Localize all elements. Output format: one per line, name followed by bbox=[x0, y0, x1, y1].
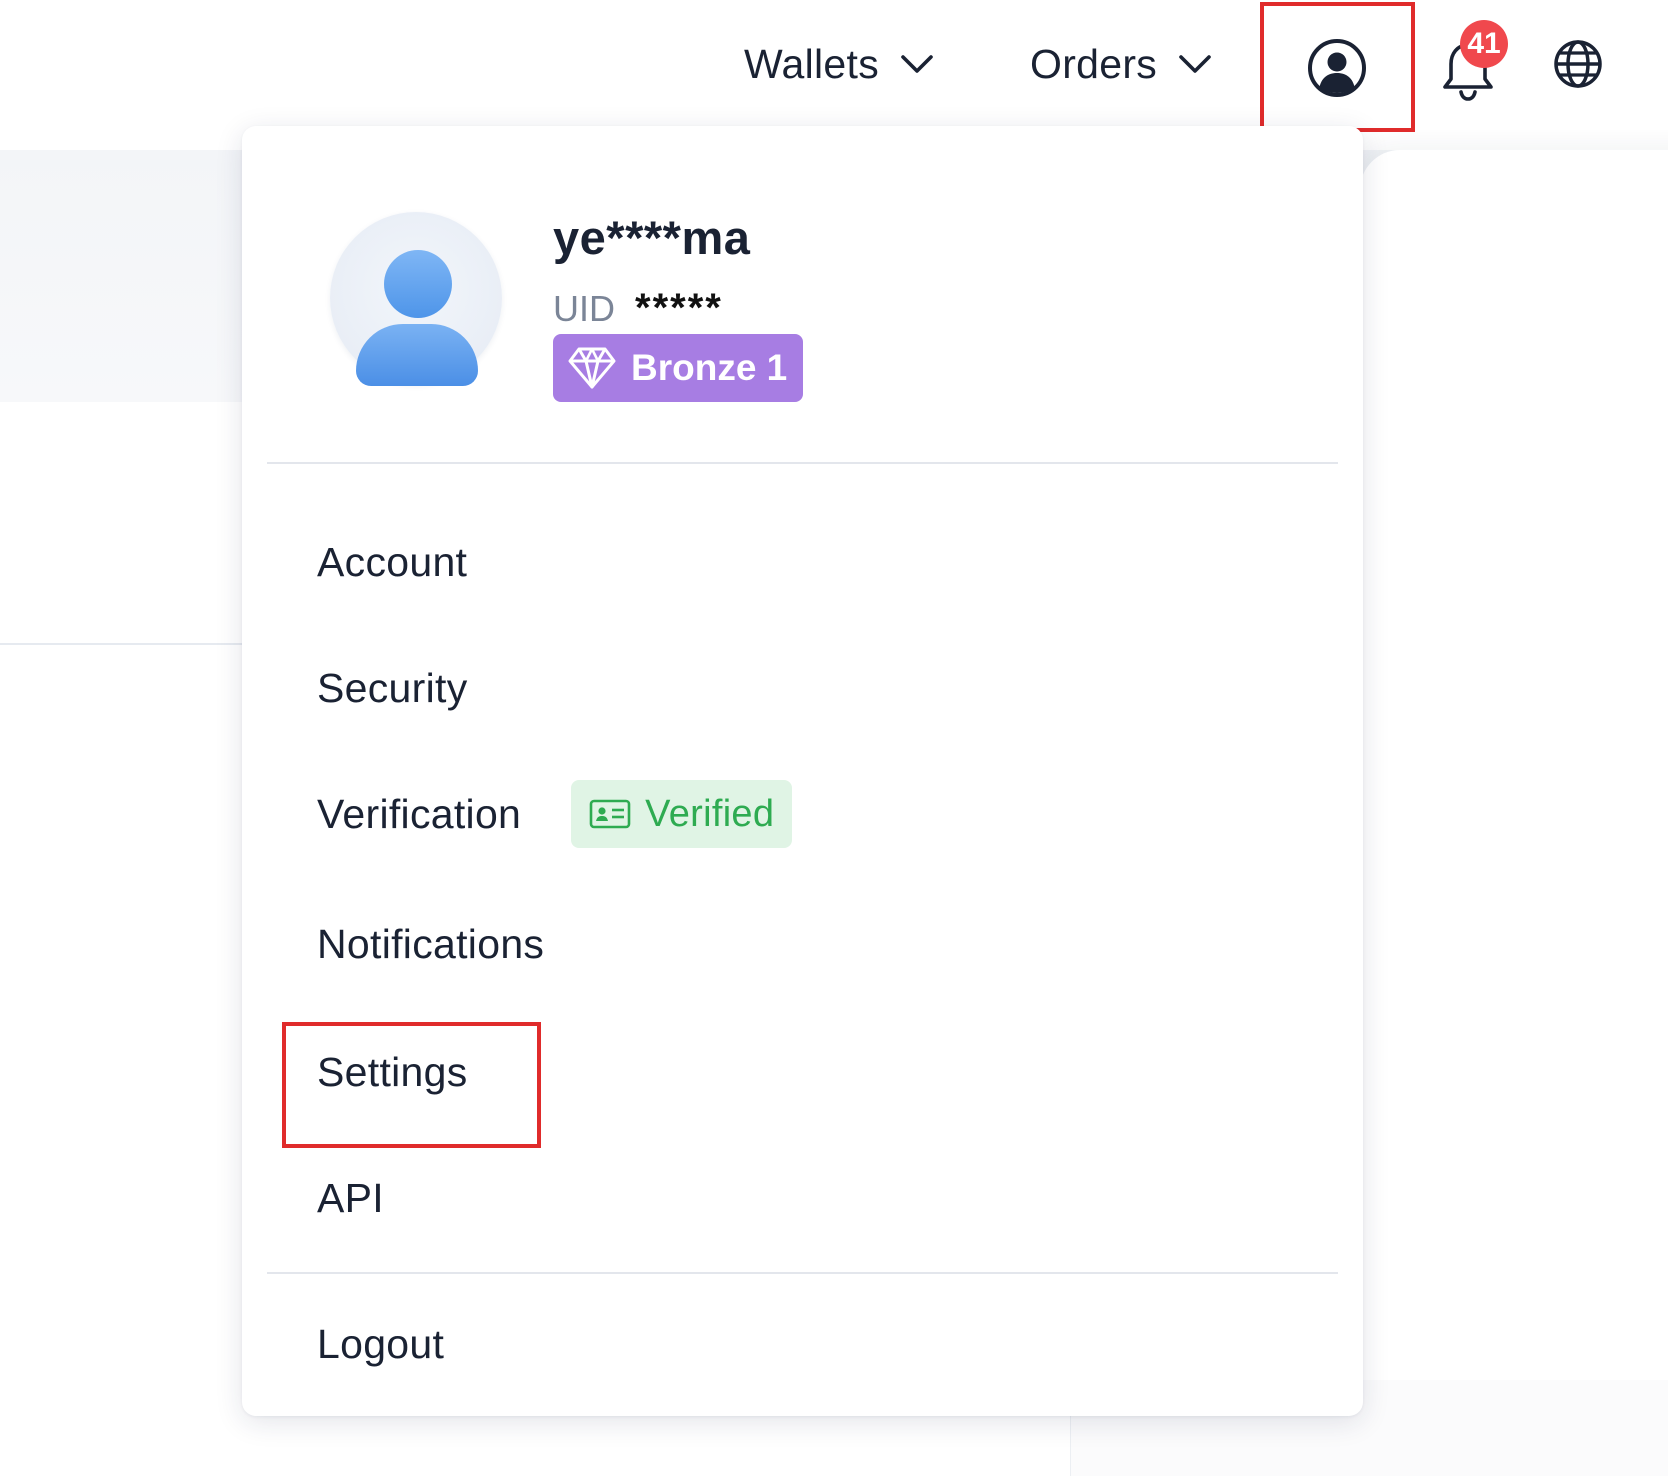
avatar-body bbox=[356, 324, 478, 386]
menu-item-logout-label: Logout bbox=[317, 1320, 445, 1367]
language-button[interactable] bbox=[1548, 34, 1608, 94]
nav-orders-label: Orders bbox=[1030, 40, 1158, 87]
menu-item-account[interactable]: Account bbox=[317, 532, 467, 592]
user-circle-icon bbox=[1308, 39, 1366, 97]
globe-icon bbox=[1554, 40, 1602, 88]
notifications-count-badge: 41 bbox=[1460, 20, 1508, 68]
avatar-head bbox=[384, 250, 452, 318]
tier-label: Bronze 1 bbox=[631, 347, 788, 388]
menu-item-verification[interactable]: Verification Verified bbox=[317, 780, 793, 848]
menu-item-notifications-label: Notifications bbox=[317, 920, 545, 967]
nav-wallets-dropdown[interactable]: Wallets bbox=[744, 36, 935, 92]
menu-item-api[interactable]: API bbox=[317, 1168, 384, 1228]
tier-badge: Bronze 1 bbox=[553, 334, 804, 402]
uid-label: UID bbox=[553, 287, 615, 329]
background-divider bbox=[0, 643, 242, 645]
nav-orders-dropdown[interactable]: Orders bbox=[1030, 36, 1213, 92]
avatar bbox=[330, 212, 502, 386]
menu-divider bbox=[267, 1272, 1338, 1274]
user-menu-button[interactable] bbox=[1262, 4, 1412, 132]
verified-badge: Verified bbox=[571, 780, 793, 848]
menu-item-security-label: Security bbox=[317, 664, 468, 711]
menu-item-logout[interactable]: Logout bbox=[317, 1314, 444, 1374]
uid-value: ***** bbox=[635, 286, 723, 330]
username: ye****ma bbox=[553, 211, 751, 264]
user-dropdown-menu: ye****ma UID ***** Bronze 1 Account Secu… bbox=[242, 126, 1363, 1416]
menu-item-account-label: Account bbox=[317, 538, 468, 585]
nav-wallets-label: Wallets bbox=[744, 40, 879, 87]
menu-item-security[interactable]: Security bbox=[317, 658, 468, 718]
page: Wallets Orders 41 ye****ma UID ***** Bro… bbox=[0, 0, 1668, 1476]
chevron-down-icon bbox=[901, 55, 933, 73]
menu-item-settings-label: Settings bbox=[317, 1048, 468, 1095]
menu-item-notifications[interactable]: Notifications bbox=[317, 914, 544, 974]
menu-item-verification-label: Verification bbox=[317, 790, 522, 837]
top-header: Wallets Orders 41 bbox=[0, 0, 1668, 130]
uid-row: UID ***** bbox=[553, 286, 723, 331]
background-panel bbox=[1360, 150, 1668, 1476]
diamond-icon bbox=[568, 347, 616, 389]
id-card-icon bbox=[589, 799, 631, 829]
chevron-down-icon bbox=[1179, 55, 1211, 73]
menu-item-api-label: API bbox=[317, 1174, 384, 1221]
menu-item-settings[interactable]: Settings bbox=[317, 1042, 468, 1102]
menu-divider bbox=[267, 462, 1338, 464]
verified-badge-label: Verified bbox=[645, 792, 775, 835]
